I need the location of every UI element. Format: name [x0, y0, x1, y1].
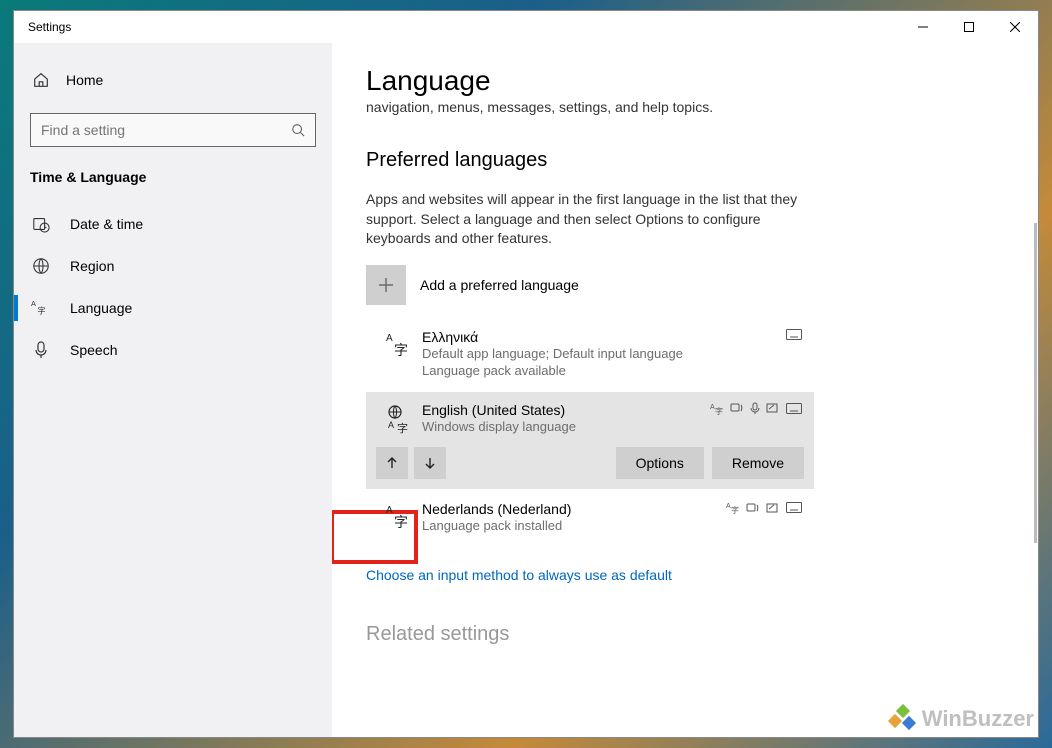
language-glyph-icon: A字	[376, 501, 422, 535]
svg-text:A: A	[386, 333, 393, 344]
add-language-label: Add a preferred language	[420, 277, 579, 293]
sidebar-item-date-time[interactable]: Date & time	[14, 203, 332, 245]
sidebar-item-region[interactable]: Region	[14, 245, 332, 287]
language-row[interactable]: A字 Nederlands (Nederland) Language pack …	[366, 491, 814, 545]
language-badges	[786, 329, 802, 340]
language-actions: Options Remove	[376, 447, 804, 479]
svg-text:A: A	[31, 299, 36, 308]
input-method-link[interactable]: Choose an input method to always use as …	[366, 567, 1004, 583]
sidebar-item-speech[interactable]: Speech	[14, 329, 332, 371]
language-status: Default app language; Default input lang…	[422, 345, 802, 363]
content-area: Home Time & Language Date & time Reg	[14, 43, 1038, 737]
language-row-selected[interactable]: A字 English (United States) Windows displ…	[366, 392, 814, 490]
window-title: Settings	[28, 20, 71, 34]
lang-a-icon: A字	[710, 402, 724, 415]
main-panel: Language navigation, menus, messages, se…	[332, 43, 1038, 737]
svg-text:字: 字	[37, 305, 45, 315]
svg-text:A: A	[388, 420, 394, 430]
home-icon	[30, 71, 52, 89]
scrollbar[interactable]	[1034, 223, 1037, 543]
language-badges: A字	[710, 402, 802, 415]
keyboard-icon	[786, 329, 802, 340]
lang-a-icon: A字	[726, 501, 740, 514]
language-status: Language pack installed	[422, 517, 802, 535]
handwrite-icon	[766, 402, 780, 414]
language-glyph-globe-icon: A字	[376, 402, 422, 436]
svg-text:字: 字	[394, 514, 408, 530]
microphone-icon	[30, 341, 52, 359]
keyboard-icon	[786, 403, 802, 414]
language-badges: A字	[726, 501, 802, 514]
sidebar-home-label: Home	[66, 72, 103, 88]
globe-icon	[30, 257, 52, 275]
watermark-logo-icon	[890, 706, 916, 732]
handwrite-icon	[766, 502, 780, 514]
watermark-text: WinBuzzer	[922, 706, 1034, 732]
svg-text:字: 字	[394, 342, 408, 358]
svg-text:字: 字	[731, 505, 739, 514]
maximize-button[interactable]	[946, 11, 992, 43]
tts-icon	[746, 502, 760, 514]
sidebar-item-language[interactable]: A 字 Language	[14, 287, 332, 329]
move-up-button[interactable]	[376, 447, 408, 479]
add-language-button[interactable]: Add a preferred language	[366, 265, 1004, 305]
sidebar-category: Time & Language	[14, 169, 332, 203]
search-icon	[291, 123, 305, 137]
sidebar: Home Time & Language Date & time Reg	[14, 43, 332, 737]
related-settings-heading: Related settings	[366, 623, 1004, 646]
preferred-languages-heading: Preferred languages	[366, 149, 1004, 172]
page-truncated-line: navigation, menus, messages, settings, a…	[366, 99, 1004, 115]
svg-text:A: A	[386, 505, 393, 516]
move-down-button[interactable]	[414, 447, 446, 479]
clock-calendar-icon	[30, 215, 52, 233]
tts-icon	[730, 402, 744, 414]
svg-text:字: 字	[397, 421, 408, 434]
language-status: Language pack available	[422, 362, 802, 380]
sidebar-item-label: Speech	[70, 342, 117, 358]
search-input[interactable]	[41, 122, 291, 138]
plus-icon	[366, 265, 406, 305]
page-title: Language	[366, 65, 1004, 97]
options-button[interactable]: Options	[616, 447, 704, 479]
language-row[interactable]: A字 Ελληνικά Default app language; Defaul…	[366, 319, 814, 390]
sidebar-home[interactable]: Home	[14, 61, 332, 99]
preferred-languages-desc: Apps and websites will appear in the fir…	[366, 190, 826, 249]
remove-button[interactable]: Remove	[712, 447, 804, 479]
language-status: Windows display language	[422, 418, 802, 436]
sidebar-item-label: Date & time	[70, 216, 143, 232]
minimize-button[interactable]	[900, 11, 946, 43]
sidebar-item-label: Language	[70, 300, 132, 316]
window-titlebar: Settings	[14, 11, 1038, 43]
watermark: WinBuzzer	[890, 706, 1034, 732]
close-button[interactable]	[992, 11, 1038, 43]
language-glyph-icon: A字	[376, 329, 422, 380]
sidebar-item-label: Region	[70, 258, 114, 274]
microphone-icon	[750, 402, 760, 415]
search-box[interactable]	[30, 113, 316, 147]
keyboard-icon	[786, 502, 802, 513]
language-a-icon: A 字	[30, 299, 52, 317]
window-controls	[900, 11, 1038, 43]
settings-window: Settings Home	[13, 10, 1039, 738]
svg-text:字: 字	[715, 406, 723, 415]
language-name: Ελληνικά	[422, 329, 802, 345]
